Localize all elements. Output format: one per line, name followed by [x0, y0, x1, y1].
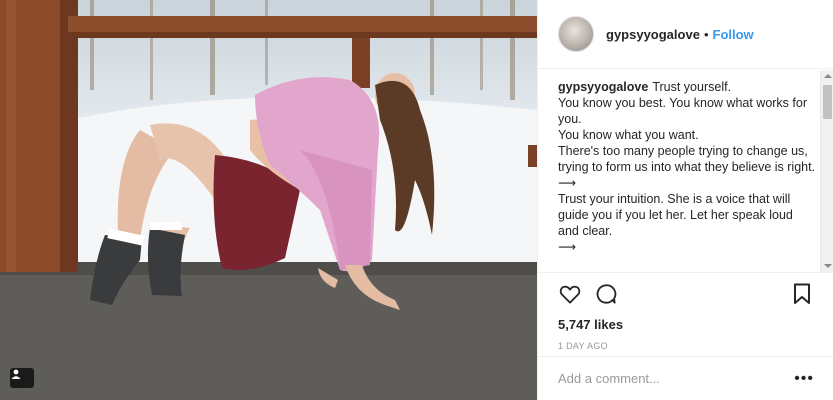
scroll-down-arrow[interactable] [824, 264, 832, 268]
likes-count[interactable]: 5,747 likes [558, 317, 814, 332]
follow-button[interactable]: Follow [713, 27, 754, 42]
caption-arrow: ⟶ [558, 240, 576, 254]
comment-bubble-icon[interactable] [594, 282, 618, 306]
caption-line: You know you best. You know what works f… [558, 96, 807, 126]
post-photo[interactable] [0, 0, 537, 400]
action-icons [558, 283, 814, 305]
comment-input[interactable] [558, 371, 795, 386]
header-separator: • [703, 26, 709, 42]
caption-scrollbar[interactable] [820, 70, 833, 272]
post-actions: 5,747 likes 1 DAY AGO [538, 272, 833, 356]
caption-line: Trust yourself. [652, 80, 732, 94]
post-timestamp[interactable]: 1 DAY AGO [558, 341, 814, 351]
avatar[interactable] [558, 16, 594, 52]
caption-first-line: gypsyyogalove Trust yourself. [558, 79, 816, 95]
caption-author[interactable]: gypsyyogalove [558, 80, 648, 94]
person-tag-icon[interactable] [10, 368, 34, 388]
post-header: gypsyyogalove • Follow [538, 0, 833, 69]
post-panel: gypsyyogalove • Follow gypsyyogalove Trus… [537, 0, 833, 400]
caption-line: Trust your intuition. She is a voice tha… [558, 192, 793, 238]
photo-illustration [0, 0, 537, 400]
caption: gypsyyogalove Trust yourself. You know yo… [538, 70, 833, 272]
scroll-thumb[interactable] [823, 85, 832, 119]
caption-line: There's too many people trying to change… [558, 144, 816, 174]
caption-line: You know what you want. [558, 128, 699, 142]
header-username[interactable]: gypsyyogalove [606, 27, 700, 42]
more-options-icon[interactable]: ••• [794, 370, 814, 387]
heart-icon[interactable] [558, 282, 582, 306]
caption-arrow: ⟶ [558, 176, 576, 190]
comment-bar: ••• [538, 356, 833, 400]
scroll-up-arrow[interactable] [824, 74, 832, 78]
bookmark-icon[interactable] [790, 282, 814, 306]
